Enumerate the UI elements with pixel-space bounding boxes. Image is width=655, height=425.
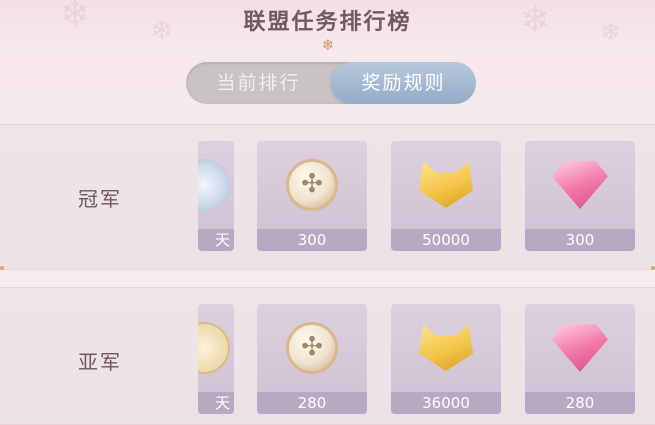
reward-card[interactable]: 50000: [391, 141, 501, 251]
snowflake-ornament-icon: ❄: [321, 36, 335, 54]
compass-coin-icon: ✣: [286, 159, 338, 211]
reward-quantity: 36000: [391, 392, 501, 414]
reward-card[interactable]: ✣ 280: [257, 304, 367, 414]
tab-reward-rules[interactable]: 奖励规则: [331, 62, 476, 104]
divider-ornament: [651, 266, 655, 270]
header: ❄ ❄ ❄ ❄ 联盟任务排行榜 ❄: [0, 0, 655, 58]
reward-card[interactable]: 280: [525, 304, 635, 414]
gold-cat-ingot-icon: [419, 325, 473, 371]
reward-card[interactable]: 天: [198, 304, 234, 414]
pink-diamond-icon: [552, 324, 608, 372]
rank-row-champion: 冠军 天 ✣ 300 50000 300: [0, 124, 655, 270]
crystal-orb-icon: [198, 159, 230, 211]
divider-ornament: [0, 266, 4, 270]
tab-current-ranking[interactable]: 当前排行: [186, 62, 331, 104]
reward-quantity: 天: [198, 229, 234, 251]
gold-orb-icon: [198, 322, 230, 374]
reward-quantity: 50000: [391, 229, 501, 251]
rank-row-runner-up: 亚军 天 ✣ 280 36000 280: [0, 287, 655, 425]
reward-quantity: 300: [257, 229, 367, 251]
reward-card[interactable]: 天: [198, 141, 234, 251]
pink-diamond-icon: [552, 161, 608, 209]
reward-quantity: 280: [525, 392, 635, 414]
reward-card[interactable]: ✣ 300: [257, 141, 367, 251]
rank-label: 冠军: [78, 187, 122, 211]
rank-label: 亚军: [78, 350, 122, 374]
reward-card[interactable]: 36000: [391, 304, 501, 414]
tab-bar: 当前排行 奖励规则: [186, 62, 476, 104]
compass-coin-icon: ✣: [286, 322, 338, 374]
gold-cat-ingot-icon: [419, 162, 473, 208]
reward-quantity: 300: [525, 229, 635, 251]
page-title: 联盟任务排行榜: [243, 10, 412, 35]
reward-quantity: 280: [257, 392, 367, 414]
reward-quantity: 天: [198, 392, 234, 414]
reward-card[interactable]: 300: [525, 141, 635, 251]
